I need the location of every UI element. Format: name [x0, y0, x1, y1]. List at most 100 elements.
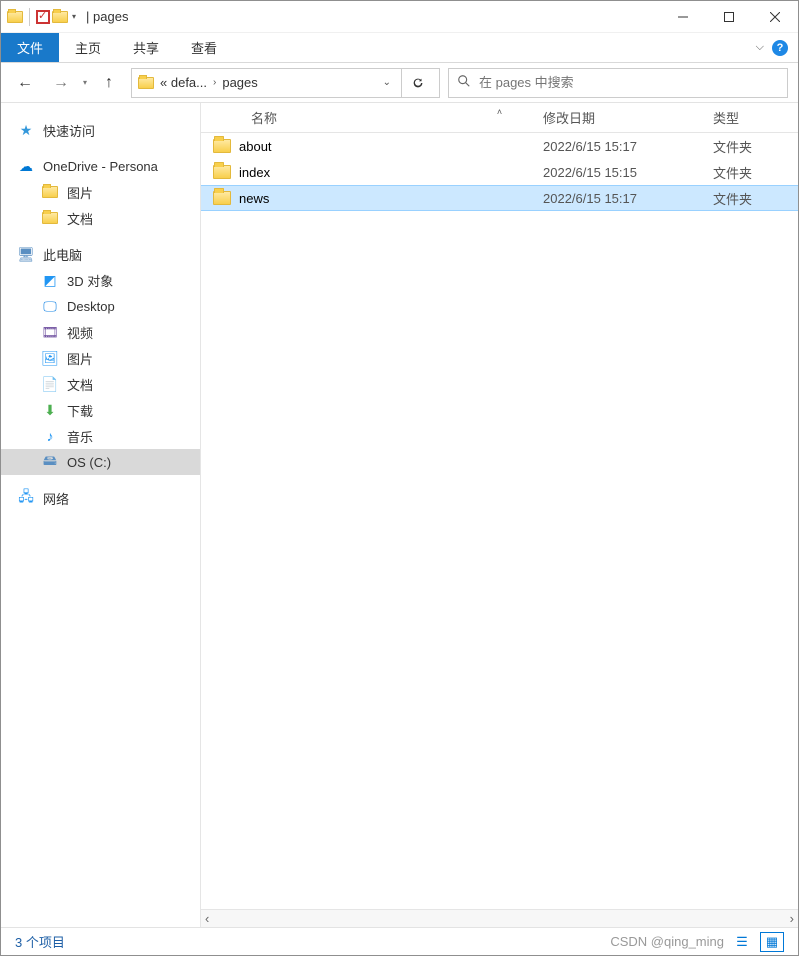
sidebar-label: 图片 — [67, 183, 93, 202]
address-folder-icon — [138, 77, 154, 89]
minimize-button[interactable] — [660, 1, 706, 33]
tab-share[interactable]: 共享 — [117, 33, 175, 62]
sidebar-onedrive-pictures[interactable]: 图片 — [1, 179, 200, 205]
navigation-pane: ★ 快速访问 ☁ OneDrive - Persona 图片 文档 🖥 此电脑 — [1, 103, 201, 927]
cube-icon: ◩ — [41, 271, 59, 289]
breadcrumb-current[interactable]: pages — [220, 75, 259, 90]
sidebar-label: 下载 — [67, 401, 93, 420]
sidebar-label: 快速访问 — [43, 121, 95, 140]
file-row[interactable]: about 2022/6/15 15:17 文件夹 — [201, 133, 798, 159]
up-button[interactable]: ↑ — [95, 69, 123, 97]
sidebar-desktop[interactable]: 🖵 Desktop — [1, 293, 200, 319]
file-date: 2022/6/15 15:17 — [531, 139, 701, 154]
status-bar: 3 个项目 CSDN @qing_ming ☰ ▦ — [1, 927, 798, 955]
column-name[interactable]: 名称 — [201, 108, 531, 127]
sidebar-drive-c[interactable]: 🖴 OS (C:) — [1, 449, 200, 475]
help-icon[interactable]: ? — [772, 40, 788, 56]
file-type: 文件夹 — [701, 189, 781, 208]
sidebar-pictures[interactable]: 🖼 图片 — [1, 345, 200, 371]
column-type[interactable]: 类型 — [701, 108, 781, 127]
close-button[interactable] — [752, 1, 798, 33]
breadcrumb-sep-icon[interactable]: › — [213, 77, 216, 88]
tab-file[interactable]: 文件 — [1, 33, 59, 62]
forward-button[interactable]: → — [47, 69, 75, 97]
sidebar-network[interactable]: 🖧 网络 — [1, 485, 200, 511]
sidebar-documents[interactable]: 📄 文档 — [1, 371, 200, 397]
video-icon: 🎞 — [41, 323, 59, 341]
file-name: about — [239, 139, 272, 154]
content-pane: ˄ 名称 修改日期 类型 about 2022/6/15 15:17 文件夹 i… — [201, 103, 798, 927]
scroll-right-icon[interactable]: › — [790, 911, 794, 926]
back-button[interactable]: ← — [11, 69, 39, 97]
ribbon-collapse-icon[interactable]: ⌵ — [756, 41, 764, 54]
maximize-button[interactable] — [706, 1, 752, 33]
sidebar-this-pc[interactable]: 🖥 此电脑 — [1, 241, 200, 267]
qat-properties-icon[interactable] — [36, 10, 50, 24]
folder-icon — [213, 139, 231, 153]
address-bar[interactable]: « defa... › pages ⌄ — [131, 68, 440, 98]
sidebar-videos[interactable]: 🎞 视频 — [1, 319, 200, 345]
sidebar-music[interactable]: ♪ 音乐 — [1, 423, 200, 449]
file-type: 文件夹 — [701, 163, 781, 182]
file-type: 文件夹 — [701, 137, 781, 156]
qat-folder-icon[interactable] — [52, 11, 68, 23]
sidebar-label: OneDrive - Persona — [43, 159, 158, 174]
sidebar-label: OS (C:) — [67, 455, 111, 470]
network-icon: 🖧 — [17, 489, 35, 507]
sidebar-onedrive[interactable]: ☁ OneDrive - Persona — [1, 153, 200, 179]
view-details-button[interactable]: ☰ — [730, 932, 754, 952]
sidebar-label: 此电脑 — [43, 245, 82, 264]
drive-icon: 🖴 — [41, 453, 59, 471]
file-name: index — [239, 165, 270, 180]
sidebar-label: 音乐 — [67, 427, 93, 446]
folder-icon — [213, 191, 231, 205]
sidebar-label: 文档 — [67, 375, 93, 394]
file-name: news — [239, 191, 269, 206]
refresh-button[interactable] — [401, 69, 433, 97]
download-icon: ⬇ — [41, 401, 59, 419]
image-icon: 🖼 — [41, 349, 59, 367]
tab-view[interactable]: 查看 — [175, 33, 233, 62]
cloud-icon: ☁ — [17, 157, 35, 175]
file-row[interactable]: index 2022/6/15 15:15 文件夹 — [201, 159, 798, 185]
column-headers: ˄ 名称 修改日期 类型 — [201, 103, 798, 133]
folder-icon — [41, 209, 59, 227]
ribbon-tabs: 文件 主页 共享 查看 ⌵ ? — [1, 33, 798, 63]
window-title: | pages — [86, 9, 128, 24]
view-icons-button[interactable]: ▦ — [760, 932, 784, 952]
star-icon: ★ — [17, 121, 35, 139]
search-input[interactable] — [479, 75, 779, 90]
address-dropdown-icon[interactable]: ⌄ — [377, 77, 397, 88]
desktop-icon: 🖵 — [41, 297, 59, 315]
qat-dropdown-icon[interactable]: ▾ — [72, 12, 76, 21]
window-controls — [660, 1, 798, 33]
sidebar-quick-access[interactable]: ★ 快速访问 — [1, 117, 200, 143]
column-date[interactable]: 修改日期 — [531, 108, 701, 127]
sidebar-label: 图片 — [67, 349, 93, 368]
document-icon: 📄 — [41, 375, 59, 393]
folder-icon — [41, 183, 59, 201]
file-row[interactable]: news 2022/6/15 15:17 文件夹 — [201, 185, 798, 211]
tab-home[interactable]: 主页 — [59, 33, 117, 62]
search-icon — [457, 74, 471, 91]
sidebar-downloads[interactable]: ⬇ 下载 — [1, 397, 200, 423]
sort-indicator-icon: ˄ — [497, 107, 502, 117]
sidebar-onedrive-docs[interactable]: 文档 — [1, 205, 200, 231]
sidebar-label: Desktop — [67, 299, 115, 314]
sidebar-3d-objects[interactable]: ◩ 3D 对象 — [1, 267, 200, 293]
sidebar-label: 网络 — [43, 489, 69, 508]
file-list[interactable]: about 2022/6/15 15:17 文件夹 index 2022/6/1… — [201, 133, 798, 909]
ribbon-right: ⌵ ? — [756, 33, 798, 62]
item-count: 3 个项目 — [15, 932, 65, 951]
navigation-bar: ← → ▾ ↑ « defa... › pages ⌄ — [1, 63, 798, 103]
search-box[interactable] — [448, 68, 788, 98]
history-dropdown-icon[interactable]: ▾ — [83, 78, 87, 87]
sidebar-label: 视频 — [67, 323, 93, 342]
music-icon: ♪ — [41, 427, 59, 445]
quick-access-toolbar: ▾ | pages — [1, 8, 128, 26]
watermark: CSDN @qing_ming — [610, 934, 724, 949]
scroll-left-icon[interactable]: ‹ — [205, 911, 209, 926]
qat-separator — [29, 8, 30, 26]
horizontal-scrollbar[interactable]: ‹ › — [201, 909, 798, 927]
breadcrumb-segment[interactable]: « defa... — [158, 75, 209, 90]
